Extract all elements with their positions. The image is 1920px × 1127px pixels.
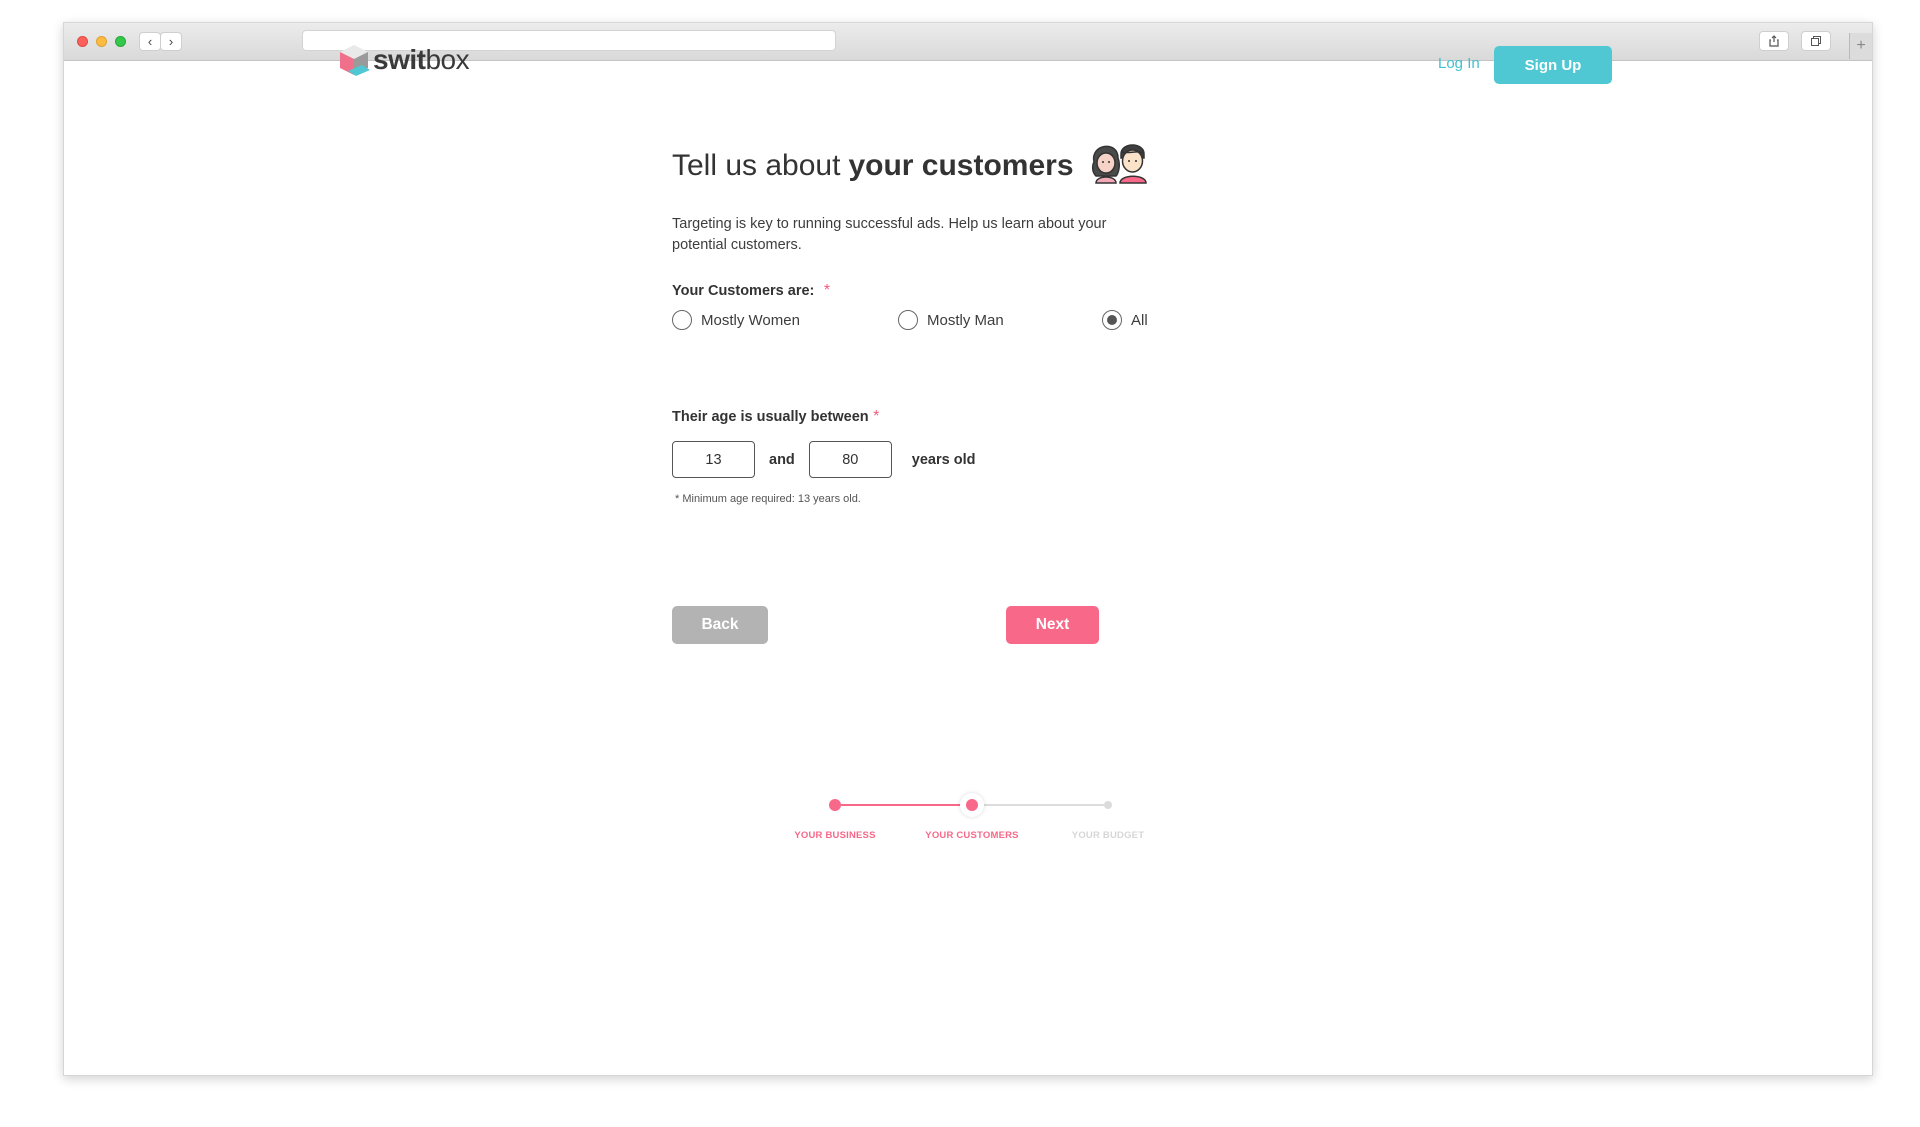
years-old-label: years old	[911, 451, 976, 468]
logo[interactable]: switbox	[337, 43, 470, 77]
min-age-note: * Minimum age required: 13 years old.	[675, 493, 861, 505]
age-question: Their age is usually between *	[672, 408, 1152, 426]
and-label: and	[769, 451, 795, 468]
step-dot-customers[interactable]	[966, 799, 978, 811]
title-regular: Tell us about	[672, 149, 841, 182]
progress-track-remaining	[972, 804, 1108, 806]
customer-form: Tell us about your customers Targeting i…	[672, 140, 1152, 505]
intro-text: Targeting is key to running successful a…	[672, 216, 1107, 253]
minimize-window-button[interactable]	[96, 36, 107, 47]
progress-stepper: YOUR BUSINESS YOUR CUSTOMERS YOUR BUDGET	[770, 790, 1170, 850]
radio-dot	[1107, 315, 1117, 325]
step-label-customers: YOUR CUSTOMERS	[925, 830, 1019, 841]
chevron-left-icon: ‹	[147, 34, 153, 49]
age-range-row: and years old	[672, 441, 1152, 478]
browser-back-button[interactable]: ‹	[139, 32, 161, 51]
radio-label: All	[1131, 311, 1148, 329]
page-title: Tell us about your customers	[672, 140, 1152, 192]
step-dot-business[interactable]	[829, 799, 841, 811]
customer-gender-radio-group: Mostly Women Mostly Man All	[672, 310, 1152, 340]
age-label: Their age is usually between	[672, 409, 869, 425]
share-button[interactable]	[1759, 31, 1789, 51]
radio-circle[interactable]	[898, 310, 918, 330]
next-button[interactable]: Next	[1006, 606, 1099, 644]
new-tab-button[interactable]: +	[1849, 33, 1872, 59]
tabs-icon	[1811, 36, 1821, 46]
step-dot-budget[interactable]	[1104, 801, 1112, 809]
step-label-business: YOUR BUSINESS	[794, 830, 876, 841]
logo-text: switbox	[373, 44, 470, 75]
customers-illustration-icon	[1088, 136, 1152, 192]
signup-button[interactable]: Sign Up	[1494, 46, 1612, 84]
radio-label: Mostly Women	[701, 311, 800, 329]
radio-mostly-man[interactable]: Mostly Man	[898, 310, 1004, 330]
customers-question: Your Customers are: *	[672, 282, 1152, 300]
title-bold: your customers	[848, 149, 1074, 182]
required-mark: *	[823, 282, 831, 299]
logo-cube-icon	[340, 45, 370, 76]
tabs-overview-button[interactable]	[1801, 31, 1831, 51]
required-mark: *	[873, 408, 880, 425]
browser-forward-button[interactable]: ›	[160, 32, 182, 51]
radio-circle[interactable]	[672, 310, 692, 330]
maximize-window-button[interactable]	[115, 36, 126, 47]
radio-label: Mostly Man	[927, 311, 1004, 329]
customers-label: Your Customers are:	[672, 283, 815, 299]
age-min-input[interactable]	[672, 441, 755, 478]
step-label-budget: YOUR BUDGET	[1071, 830, 1145, 841]
chevron-right-icon: ›	[168, 34, 174, 49]
progress-track-complete	[835, 804, 972, 806]
radio-all[interactable]: All	[1102, 310, 1148, 330]
login-link[interactable]: Log In	[1438, 55, 1480, 72]
radio-circle-selected[interactable]	[1102, 310, 1122, 330]
close-window-button[interactable]	[77, 36, 88, 47]
back-button[interactable]: Back	[672, 606, 768, 644]
share-icon	[1769, 35, 1779, 47]
plus-icon: +	[1856, 37, 1866, 54]
radio-mostly-women[interactable]: Mostly Women	[672, 310, 800, 330]
age-max-input[interactable]	[808, 441, 892, 478]
